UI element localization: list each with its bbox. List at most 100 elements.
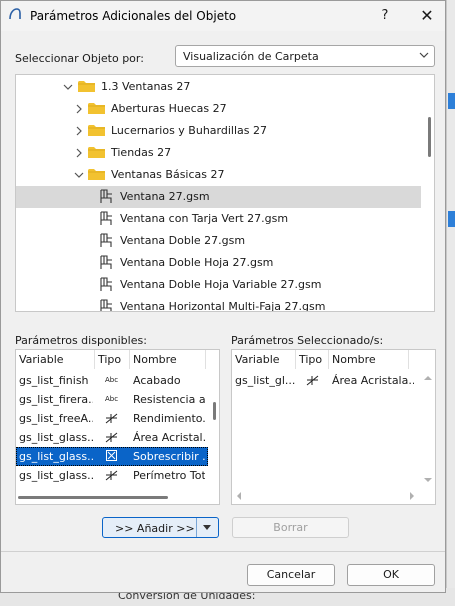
column-header-name[interactable]: Nombre	[130, 350, 206, 369]
scroll-right-icon[interactable]	[408, 492, 416, 500]
column-header-type[interactable]: Tipo	[95, 350, 130, 369]
table-row[interactable]: gs_list_glass... Perímetro Tot...	[16, 466, 208, 485]
dialog-title: Parámetros Adicionales del Objeto	[30, 9, 237, 23]
cell-variable: gs_list_glass...	[19, 469, 93, 482]
tree-item-ventana-tarja[interactable]: Ventana con Tarja Vert 27.gsm	[16, 208, 421, 230]
tree-item-label: Ventana Doble Hoja 27.gsm	[120, 256, 274, 269]
tree-item-ventana-horizontal[interactable]: Ventana Horizontal Multi-Faja 27.gsm	[16, 296, 421, 312]
table-row[interactable]: gs_list_glass... Área Acristal...	[16, 428, 208, 447]
area-type-icon	[105, 432, 118, 443]
divider	[1, 551, 445, 552]
chevron-right-icon[interactable]	[74, 148, 84, 158]
tree-item-ventanas[interactable]: 1.3 Ventanas 27	[16, 76, 421, 98]
tree-item-label: Ventana con Tarja Vert 27.gsm	[120, 212, 289, 225]
cell-name: Resistencia a...	[133, 393, 205, 406]
table-row[interactable]: gs_list_gl... Área Acristala...	[232, 371, 418, 390]
tree-item-ventana-doble-hoja-variable[interactable]: Ventana Doble Hoja Variable 27.gsm	[16, 274, 421, 296]
column-header-name[interactable]: Nombre	[329, 350, 409, 369]
window-object-icon	[100, 211, 112, 225]
table-row[interactable]: gs_list_freeA... Rendimiento...	[16, 409, 208, 428]
tree-item-label: Aberturas Huecas 27	[111, 102, 227, 115]
cancel-button[interactable]: Cancelar	[247, 564, 335, 586]
text-type-icon: Abc	[105, 395, 119, 403]
tree-item-ventanas-basicas[interactable]: Ventanas Básicas 27	[16, 164, 421, 186]
ok-button[interactable]: OK	[347, 564, 435, 586]
chevron-down-icon[interactable]	[202, 524, 212, 532]
scroll-left-icon[interactable]	[235, 492, 243, 500]
vertical-scrollbar[interactable]	[213, 402, 216, 420]
tree-item-aberturas-huecas[interactable]: Aberturas Huecas 27	[16, 98, 421, 120]
selected-params-label: Parámetros Seleccionado/s:	[231, 334, 384, 347]
tree-item-ventana-doble-hoja[interactable]: Ventana Doble Hoja 27.gsm	[16, 252, 421, 274]
selected-params-list[interactable]: Variable Tipo Nombre gs_list_gl... Área …	[231, 349, 436, 505]
additional-parameters-dialog: Parámetros Adicionales del Objeto ? ✕ Se…	[0, 0, 446, 593]
tree-item-tiendas[interactable]: Tiendas 27	[16, 142, 421, 164]
cell-variable: gs_list_freeA...	[19, 412, 93, 425]
background-highlight	[448, 93, 455, 109]
column-header-variable[interactable]: Variable	[16, 350, 95, 369]
delete-button[interactable]: Borrar	[232, 517, 349, 538]
tree-item-ventana-doble[interactable]: Ventana Doble 27.gsm	[16, 230, 421, 252]
folder-icon	[78, 81, 95, 92]
tree-item-label: Ventana Doble Hoja Variable 27.gsm	[120, 278, 322, 291]
split-divider	[196, 518, 197, 537]
column-header-variable[interactable]: Variable	[232, 350, 296, 369]
close-button[interactable]: ✕	[417, 6, 437, 26]
folder-icon	[88, 147, 105, 158]
window-object-icon	[100, 277, 112, 291]
window-object-icon	[100, 255, 112, 269]
cell-variable: gs_list_glass...	[19, 450, 93, 463]
tree-item-label: Ventana Horizontal Multi-Faja 27.gsm	[120, 300, 326, 312]
cell-variable: gs_list_glass...	[19, 431, 93, 444]
tree-item-label: 1.3 Ventanas 27	[101, 80, 191, 93]
tree-item-lucernarios[interactable]: Lucernarios y Buhardillas 27	[16, 120, 421, 142]
checkbox-type-icon	[106, 450, 117, 461]
horizontal-scrollbar[interactable]	[18, 496, 168, 499]
add-button-label: >> Añadir >>	[115, 522, 195, 535]
chevron-down-icon	[419, 52, 429, 58]
chevron-down-icon[interactable]	[63, 82, 73, 92]
area-type-icon	[105, 470, 118, 481]
tree-scrollbar[interactable]	[428, 117, 431, 157]
area-type-icon	[306, 375, 319, 386]
scroll-up-icon[interactable]	[424, 374, 432, 382]
tree-item-ventana[interactable]: Ventana 27.gsm	[16, 186, 421, 208]
chevron-right-icon[interactable]	[74, 104, 84, 114]
cell-name: Rendimiento...	[133, 412, 205, 425]
select-by-dropdown[interactable]: Visualización de Carpeta	[175, 45, 435, 67]
chevron-right-icon[interactable]	[74, 126, 84, 136]
tree-item-label: Ventana Doble 27.gsm	[120, 234, 246, 247]
archicad-app-icon	[9, 8, 21, 20]
tree-item-label: Ventanas Básicas 27	[111, 168, 225, 181]
title-bar[interactable]: Parámetros Adicionales del Objeto ? ✕	[1, 1, 445, 31]
window-object-icon	[100, 189, 112, 203]
background-highlight	[448, 211, 455, 227]
area-type-icon	[105, 413, 118, 424]
available-params-list[interactable]: Variable Tipo Nombre gs_list_finish Abc …	[15, 349, 220, 505]
cell-name: Sobrescribir ...	[133, 450, 205, 463]
help-button[interactable]: ?	[375, 6, 395, 26]
select-by-value: Visualización de Carpeta	[183, 50, 319, 63]
window-object-icon	[100, 233, 112, 247]
library-tree[interactable]: 1.3 Ventanas 27 Aberturas Huecas 27 Luce…	[15, 74, 435, 312]
cell-name: Acabado	[133, 374, 181, 387]
tree-item-label: Tiendas 27	[111, 146, 172, 159]
text-type-icon: Abc	[105, 376, 119, 384]
add-button[interactable]: >> Añadir >>	[102, 517, 219, 538]
folder-icon	[88, 103, 105, 114]
scroll-down-icon[interactable]	[424, 476, 432, 484]
select-by-label: Seleccionar Objeto por:	[15, 52, 144, 65]
tree-item-label: Ventana 27.gsm	[120, 190, 210, 203]
cell-name: Área Acristala...	[332, 374, 414, 387]
cell-name: Área Acristal...	[133, 431, 205, 444]
cell-variable: gs_list_gl...	[235, 374, 295, 387]
table-row-selected[interactable]: gs_list_glass... Sobrescribir ...	[16, 447, 208, 466]
cell-name: Perímetro Tot...	[133, 469, 205, 482]
cell-variable: gs_list_firera...	[19, 393, 93, 406]
chevron-down-icon[interactable]	[74, 170, 84, 180]
folder-icon	[88, 125, 105, 136]
folder-icon	[88, 169, 105, 180]
table-row[interactable]: gs_list_finish Abc Acabado	[16, 371, 208, 390]
table-row[interactable]: gs_list_firera... Abc Resistencia a...	[16, 390, 208, 409]
column-header-type[interactable]: Tipo	[296, 350, 329, 369]
